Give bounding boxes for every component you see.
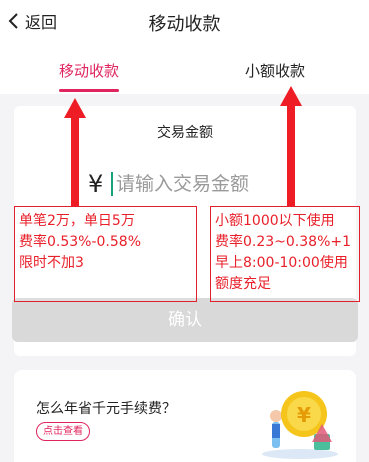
top-bar: 返回 移动收款 [0, 0, 369, 44]
annotation-left-line: 单笔2万，单日5万 [19, 213, 135, 229]
annotation-left-line: 限时不加3 [19, 255, 84, 271]
tab-small-payment[interactable]: 小额收款 [245, 60, 305, 81]
coin-illustration-icon: ¥ [262, 391, 338, 459]
page-title: 移动收款 [148, 14, 221, 35]
tab-bar: 移动收款 小额收款 [0, 44, 369, 94]
confirm-button[interactable]: 确认 [12, 298, 358, 342]
promo-banner[interactable]: 怎么年省千元手续费？ 点击查看 ¥ [14, 370, 356, 462]
annotation-left-line: 费率0.53%-0.58% [19, 234, 142, 250]
amount-input[interactable] [116, 168, 316, 200]
svg-text:¥: ¥ [297, 403, 311, 427]
promo-text: 怎么年省千元手续费？ [36, 401, 176, 417]
amount-section-title: 交易金额 [157, 125, 213, 141]
annotation-right-line: 费率0.23~0.38%+1 [215, 234, 352, 250]
text-cursor [111, 172, 113, 196]
annotation-right: 小额1000以下使用 费率0.23~0.38%+1 早上8:00-10:00使用… [210, 206, 360, 302]
annotation-right-line: 小额1000以下使用 [215, 213, 335, 229]
annotation-right-line: 早上8:00-10:00使用 [215, 255, 348, 271]
annotation-left: 单笔2万，单日5万 费率0.53%-0.58% 限时不加3 [14, 206, 197, 302]
currency-symbol: ¥ [88, 170, 104, 198]
annotation-right-line: 额度充足 [215, 276, 271, 292]
promo-view-button[interactable]: 点击查看 [36, 422, 90, 441]
tab-mobile-payment[interactable]: 移动收款 [59, 60, 119, 81]
active-tab-indicator [59, 89, 119, 92]
